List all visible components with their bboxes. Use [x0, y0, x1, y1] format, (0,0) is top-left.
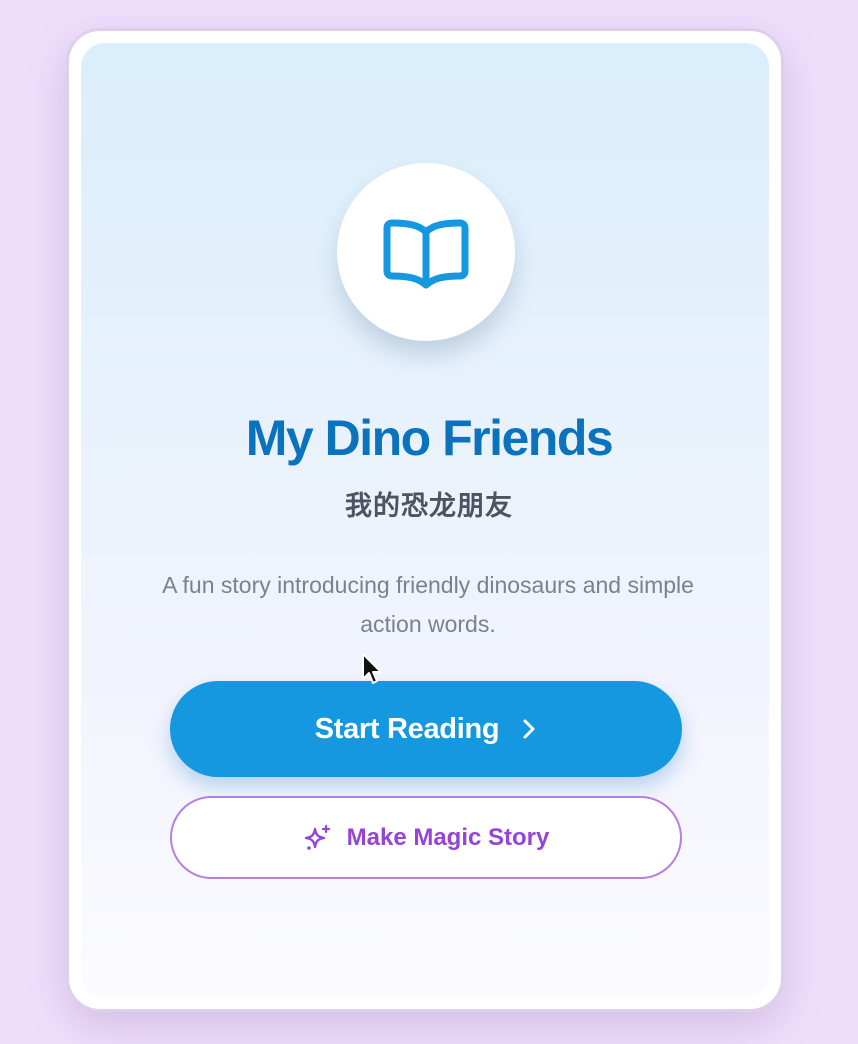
open-book-icon: [383, 219, 469, 289]
chevron-right-icon: [521, 717, 537, 741]
book-icon-badge: [337, 163, 515, 341]
story-description: A fun story introducing friendly dinosau…: [162, 572, 694, 637]
start-reading-label: Start Reading: [314, 712, 500, 745]
start-reading-button[interactable]: Start Reading: [170, 681, 682, 777]
story-title: My Dino Friends: [245, 410, 614, 466]
make-magic-story-label: Make Magic Story: [346, 823, 550, 851]
story-subtitle: 我的恐龙朋友: [345, 491, 513, 521]
mouse-pointer-icon: [362, 653, 382, 684]
sparkle-icon: [303, 823, 333, 853]
make-magic-story-button[interactable]: Make Magic Story: [170, 796, 682, 879]
